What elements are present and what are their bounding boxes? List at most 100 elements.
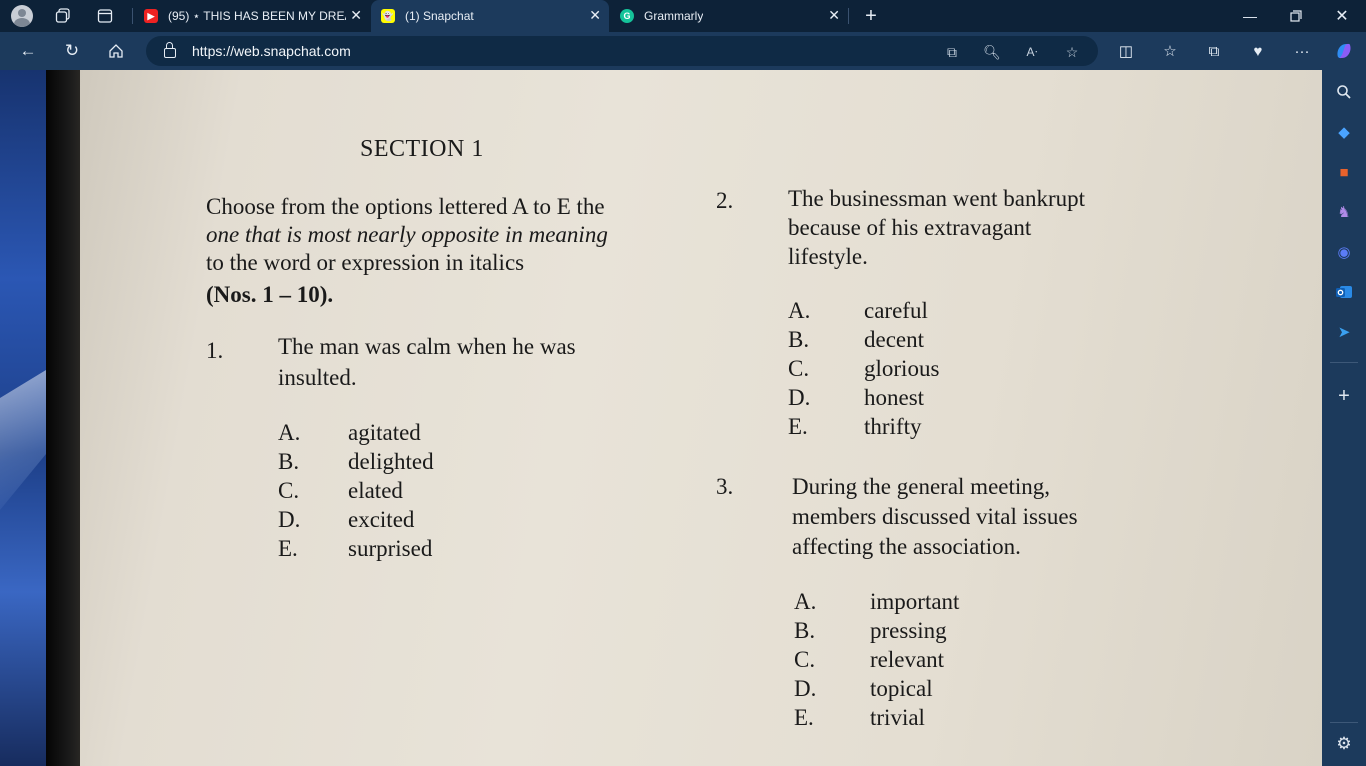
tab-separator bbox=[848, 8, 849, 24]
add-sidebar-app-icon[interactable]: + bbox=[1332, 384, 1356, 408]
close-tab-icon[interactable]: ✕ bbox=[828, 7, 840, 24]
question-text: The businessman went bankrupt bbox=[788, 186, 1086, 211]
option-text: elated bbox=[348, 478, 403, 503]
new-tab-icon[interactable]: + bbox=[860, 5, 882, 27]
title-bar: ▶ (95) ⋆ THIS HAS BEEN MY DREA ✕ 👻 (1) S… bbox=[0, 0, 1366, 32]
youtube-icon: ▶ bbox=[144, 9, 158, 23]
restore-icon[interactable] bbox=[1284, 4, 1308, 28]
profile-avatar-icon[interactable] bbox=[11, 5, 33, 27]
option-letter: B. bbox=[788, 327, 810, 352]
question-number: 3. bbox=[716, 474, 734, 499]
option-letter: B. bbox=[278, 449, 300, 474]
lock-icon[interactable] bbox=[164, 42, 176, 58]
instruction-line: Choose from the options lettered A to E … bbox=[206, 194, 605, 219]
more-options-icon[interactable]: ··· bbox=[1290, 40, 1314, 62]
sidebar-divider bbox=[1330, 722, 1358, 723]
shopping-tag-icon[interactable]: ◆ bbox=[1332, 120, 1356, 144]
close-tab-icon[interactable]: ✕ bbox=[350, 7, 362, 24]
option-text: trivial bbox=[870, 705, 925, 730]
option-letter: C. bbox=[788, 356, 810, 381]
option-letter: D. bbox=[794, 676, 817, 701]
read-aloud-icon[interactable]: Aᐧ bbox=[1022, 42, 1042, 62]
option-text: thrifty bbox=[864, 414, 922, 439]
worksheet-page: SECTION 1 Choose from the options letter… bbox=[80, 70, 1322, 766]
question-text: members discussed vital issues bbox=[792, 504, 1078, 529]
search-icon[interactable] bbox=[1332, 80, 1356, 104]
tab-label: (95) ⋆ THIS HAS BEEN MY DREA bbox=[168, 9, 346, 23]
snapchat-photo-view: SECTION 1 Choose from the options letter… bbox=[0, 70, 1322, 766]
option-text: agitated bbox=[348, 420, 421, 445]
question-text: insulted. bbox=[278, 365, 357, 390]
option-letter: E. bbox=[794, 705, 814, 730]
telegram-send-icon[interactable]: ➤ bbox=[1332, 320, 1356, 344]
option-letter: E. bbox=[788, 414, 808, 439]
option-text: glorious bbox=[864, 356, 940, 381]
option-text: decent bbox=[864, 327, 925, 352]
tab-label: (1) Snapchat bbox=[405, 9, 474, 23]
refresh-icon[interactable]: ↻ bbox=[60, 40, 84, 62]
option-text: excited bbox=[348, 507, 415, 532]
tab-separator bbox=[132, 8, 133, 24]
tab-actions-icon[interactable] bbox=[94, 5, 116, 27]
option-text: honest bbox=[864, 385, 925, 410]
option-text: careful bbox=[864, 298, 928, 323]
question-number: 1. bbox=[206, 338, 224, 363]
copilot-icon[interactable] bbox=[1332, 40, 1356, 62]
zoom-icon[interactable]: 🔍︎ bbox=[982, 42, 1002, 62]
extensions-icon[interactable]: ♥ bbox=[1246, 40, 1270, 62]
favorite-star-icon[interactable]: ☆ bbox=[1062, 42, 1082, 62]
tab-snapchat[interactable]: 👻 (1) Snapchat ✕ bbox=[371, 0, 609, 32]
option-letter: D. bbox=[278, 507, 301, 532]
address-bar[interactable]: https://web.snapchat.com ⧉ 🔍︎ Aᐧ ☆ bbox=[146, 36, 1098, 66]
option-letter: D. bbox=[788, 385, 811, 410]
option-letter: B. bbox=[794, 618, 816, 643]
question-text: affecting the association. bbox=[792, 534, 1021, 559]
instruction-line: to the word or expression in italics bbox=[206, 250, 525, 275]
url-text[interactable]: https://web.snapchat.com bbox=[192, 43, 351, 59]
book-binding bbox=[46, 70, 84, 766]
navigation-bar: ← ↻ https://web.snapchat.com ⧉ 🔍︎ Aᐧ ☆ ◫… bbox=[0, 32, 1366, 70]
option-text: topical bbox=[870, 676, 933, 701]
back-icon[interactable]: ← bbox=[16, 40, 40, 62]
option-text: delighted bbox=[348, 449, 434, 474]
workspaces-icon[interactable] bbox=[52, 5, 74, 27]
collections-icon[interactable]: ⧉ bbox=[1202, 40, 1226, 62]
question-text: During the general meeting, bbox=[792, 474, 1051, 499]
edge-sidebar: ◆ ■ ♞ ◉ ➤ + ⚙ bbox=[1322, 70, 1366, 766]
option-letter: A. bbox=[278, 420, 301, 445]
option-letter: C. bbox=[794, 647, 816, 672]
open-in-app-icon[interactable]: ⧉ bbox=[942, 42, 962, 62]
option-text: surprised bbox=[348, 536, 433, 561]
tab-label: Grammarly bbox=[644, 9, 704, 23]
grammarly-icon: G bbox=[620, 9, 634, 23]
option-letter: A. bbox=[788, 298, 811, 323]
tools-briefcase-icon[interactable]: ■ bbox=[1332, 160, 1356, 184]
instruction-line: (Nos. 1 – 10). bbox=[206, 282, 334, 307]
copilot-sidebar-icon[interactable]: ◉ bbox=[1332, 240, 1356, 264]
tab-grammarly[interactable]: G Grammarly ✕ bbox=[610, 0, 848, 32]
settings-gear-icon[interactable]: ⚙ bbox=[1332, 732, 1356, 756]
tab-youtube[interactable]: ▶ (95) ⋆ THIS HAS BEEN MY DREA ✕ bbox=[134, 0, 370, 32]
option-letter: C. bbox=[278, 478, 300, 503]
instruction-line: one that is most nearly opposite in mean… bbox=[206, 222, 608, 247]
option-letter: E. bbox=[278, 536, 298, 561]
option-letter: A. bbox=[794, 589, 817, 614]
snapchat-icon: 👻 bbox=[381, 9, 395, 23]
minimize-icon[interactable]: — bbox=[1238, 4, 1262, 28]
option-text: relevant bbox=[870, 647, 945, 672]
sidebar-divider bbox=[1330, 362, 1358, 363]
question-text: lifestyle. bbox=[788, 244, 868, 269]
outlook-icon[interactable] bbox=[1332, 280, 1356, 304]
home-icon[interactable] bbox=[104, 40, 128, 62]
question-number: 2. bbox=[716, 188, 734, 213]
question-text: The man was calm when he was bbox=[278, 334, 576, 359]
close-tab-icon[interactable]: ✕ bbox=[589, 7, 601, 24]
games-icon[interactable]: ♞ bbox=[1332, 200, 1356, 224]
split-screen-icon[interactable]: ◫ bbox=[1114, 40, 1138, 62]
question-text: because of his extravagant bbox=[788, 215, 1032, 240]
option-text: important bbox=[870, 589, 960, 614]
close-window-icon[interactable]: ✕ bbox=[1330, 4, 1354, 28]
option-text: pressing bbox=[870, 618, 947, 643]
favorites-icon[interactable]: ☆ bbox=[1158, 40, 1182, 62]
section-title: SECTION 1 bbox=[360, 136, 484, 162]
